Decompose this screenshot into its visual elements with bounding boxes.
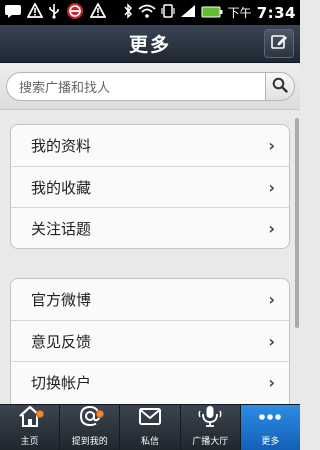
menu-item-label: 关注话题 (31, 219, 92, 238)
at-icon (77, 404, 103, 432)
warning-icon (26, 2, 44, 22)
menu-item-label: 官方微博 (31, 291, 92, 309)
more-dots-icon (255, 404, 285, 432)
bottom-tab-bar: 主页 提到我的 私信 广播大厅 更多 (0, 404, 300, 450)
tab-label: 更多 (261, 437, 280, 447)
notification-badge (96, 410, 105, 418)
menu-item-feedback[interactable]: 意见反馈 › (11, 320, 289, 361)
tab-mentions[interactable]: 提到我的 (60, 404, 121, 450)
tab-broadcast-hall[interactable]: 广播大厅 (181, 405, 241, 450)
compose-icon (270, 33, 288, 55)
menu-item-label: 意见反馈 (31, 332, 92, 351)
menu-item-official-weibo[interactable]: 官方微博 › (11, 279, 289, 320)
tab-label: 提到我的 (71, 437, 108, 447)
menu-item-label: 切换帐户 (31, 373, 92, 392)
home-icon (17, 404, 43, 432)
status-bar: 下午 7:34 (0, 0, 300, 25)
search-bar: 搜索广播和找人 (0, 64, 300, 110)
signal-icon (180, 3, 196, 22)
search-icon (272, 77, 288, 97)
chevron-right-icon: › (268, 331, 275, 351)
menu-item-followed-topics[interactable]: 关注话题 › (11, 207, 289, 248)
menu-group-other: 官方微博 › 意见反馈 › 切换帐户 › (10, 278, 290, 413)
title-bar: 更多 (0, 25, 300, 63)
message-notification-icon (4, 3, 22, 22)
chevron-right-icon: › (268, 136, 275, 155)
microphone-icon (197, 404, 223, 432)
menu-item-label: 我的资料 (31, 137, 92, 155)
search-placeholder: 搜索广播和找人 (19, 81, 111, 96)
chevron-right-icon: › (268, 177, 275, 197)
envelope-icon (137, 404, 163, 432)
tab-label: 广播大厅 (192, 437, 229, 447)
notification-badge (36, 410, 44, 418)
bluetooth-icon (123, 2, 133, 23)
tab-more[interactable]: 更多 (240, 404, 300, 450)
status-time: 7:34 (256, 3, 296, 22)
tab-home[interactable]: 主页 (0, 404, 61, 450)
compose-button[interactable] (264, 29, 294, 58)
chevron-right-icon: › (268, 290, 275, 309)
menu-item-my-profile[interactable]: 我的资料 › (11, 125, 289, 166)
tab-label: 私信 (141, 437, 160, 447)
wifi-icon (138, 3, 156, 22)
status-period: 下午 (227, 6, 252, 20)
chevron-right-icon: › (268, 372, 275, 392)
menu-item-label: 我的收藏 (31, 178, 92, 197)
menu-group-personal: 我的资料 › 我的收藏 › 关注话题 › (10, 124, 290, 249)
app-screen: 下午 7:34 更多 搜索广播和找人 我的资料 › 我的收藏 › 关注话题 › … (0, 0, 300, 450)
vibrate-icon (161, 3, 175, 23)
search-input[interactable]: 搜索广播和找人 (6, 72, 266, 101)
chevron-right-icon: › (268, 218, 275, 238)
usb-icon (48, 3, 60, 23)
warning-icon-2 (89, 2, 107, 22)
tab-messages[interactable]: 私信 (120, 404, 181, 450)
page-title: 更多 (128, 34, 171, 56)
tab-label: 主页 (20, 437, 39, 447)
battery-icon (201, 3, 223, 22)
menu-item-switch-account[interactable]: 切换帐户 › (11, 361, 289, 402)
app-notification-icon (65, 2, 85, 24)
menu-item-my-favorites[interactable]: 我的收藏 › (11, 166, 289, 207)
search-button[interactable] (265, 72, 295, 101)
scrollbar[interactable] (295, 118, 299, 328)
